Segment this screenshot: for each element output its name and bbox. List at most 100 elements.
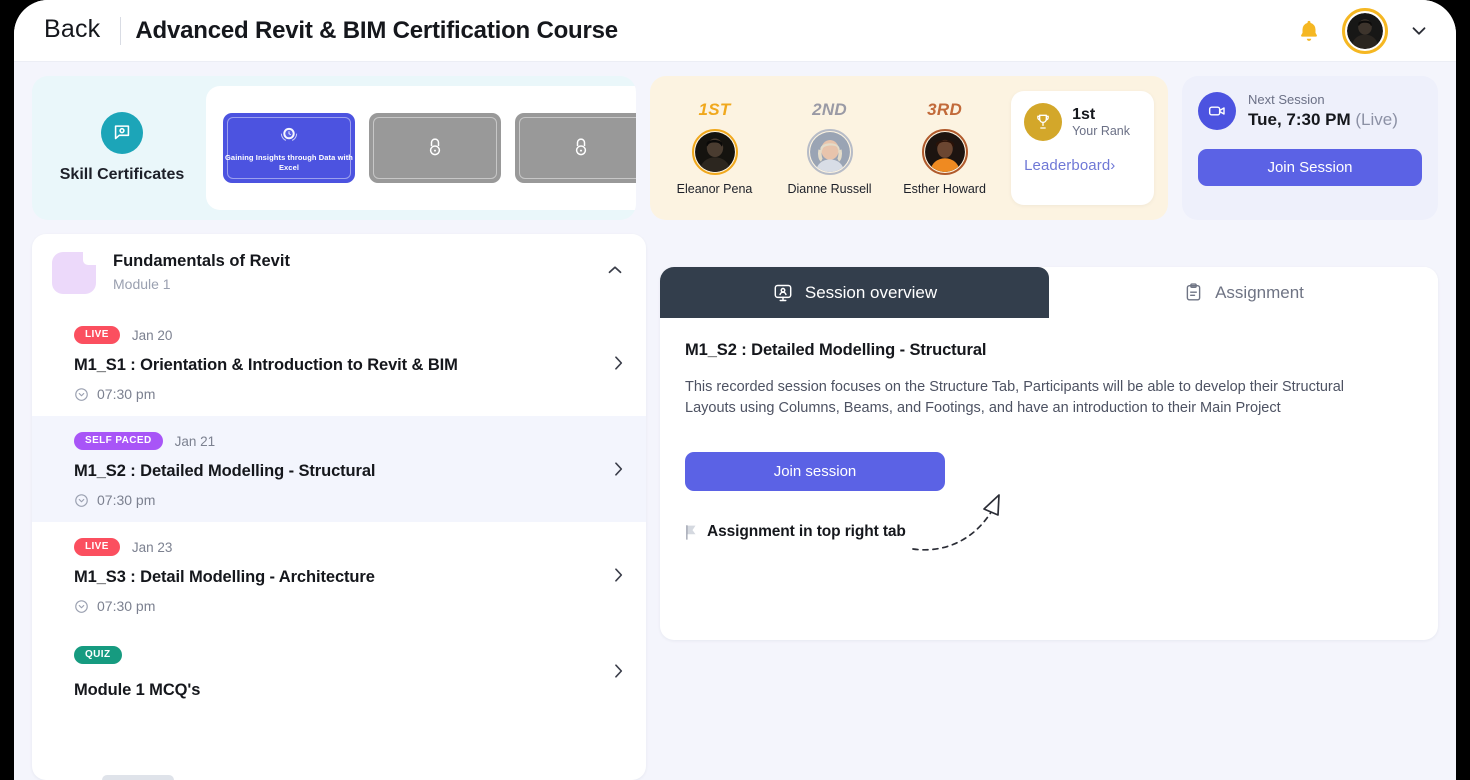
status-badge: LIVE — [74, 326, 120, 344]
podium-name: Esther Howard — [903, 182, 986, 196]
app-header: Back Advanced Revit & BIM Certification … — [14, 0, 1456, 62]
session-date: Jan 21 — [174, 433, 216, 449]
tile-inner-border — [373, 117, 497, 179]
detail-tabs: Session overview Assignment — [660, 267, 1438, 318]
module-title: Fundamentals of Revit — [113, 252, 290, 270]
certificate-tile-locked[interactable] — [369, 113, 501, 183]
leaderboard-link[interactable]: Leaderboard› — [1024, 157, 1141, 174]
tile-inner-border — [519, 117, 636, 179]
top-summary-strip: Skill Certificates Gaining Insights thro… — [32, 76, 1438, 220]
session-detail-card: Session overview Assignment M1_S2 : Deta… — [660, 267, 1438, 640]
session-time-text: 07:30 pm — [97, 386, 156, 402]
header-actions — [1296, 7, 1430, 54]
certificate-tile-locked[interactable] — [515, 113, 636, 183]
module-header[interactable]: Fundamentals of Revit Module 1 — [32, 234, 646, 310]
status-badge: SELF PACED — [74, 432, 163, 450]
clock-icon — [75, 599, 88, 613]
session-title: Module 1 MCQ's — [74, 681, 201, 699]
clock-icon — [75, 493, 88, 507]
module-thumbnail — [52, 252, 96, 294]
session-meta: QUIZ — [74, 646, 626, 664]
certificate-icon — [101, 112, 143, 154]
avatar — [691, 129, 738, 175]
podium-rank: 3RD — [927, 100, 963, 119]
chevron-right-icon[interactable] — [608, 565, 628, 585]
chevron-down-icon[interactable] — [1408, 20, 1430, 42]
avatar[interactable] — [1342, 7, 1388, 54]
module-subtitle: Module 1 — [113, 276, 171, 292]
chevron-right-icon[interactable] — [608, 661, 628, 681]
next-session-card: Next Session Tue, 7:30 PM (Live) Join Se… — [1182, 76, 1438, 220]
leaderboard-card: 1ST Eleanor Pena 2ND Dianne Russell 3RD … — [650, 76, 1168, 220]
avatar — [921, 129, 968, 175]
certificate-carousel[interactable]: Gaining Insights through Data with Excel — [206, 86, 636, 210]
module-header-text: Fundamentals of Revit Module 1 — [113, 252, 290, 292]
session-meta: LIVE Jan 23 — [74, 538, 626, 556]
page-title: Advanced Revit & BIM Certification Cours… — [135, 16, 618, 44]
session-row[interactable]: QUIZ Module 1 MCQ's — [32, 628, 646, 714]
pointer-flag-icon — [686, 524, 696, 540]
next-session-datetime: Tue, 7:30 PM — [1248, 110, 1351, 129]
status-badge-partial — [102, 775, 174, 780]
your-rank-text-group: 1st Your Rank — [1072, 106, 1130, 138]
next-session-mode: (Live) — [1355, 110, 1398, 129]
bell-icon[interactable] — [1296, 18, 1322, 44]
session-row[interactable]: SELF PACED Jan 21 M1_S2 : Detailed Model… — [32, 416, 646, 522]
session-time-text: 07:30 pm — [97, 492, 156, 508]
certificate-title: Gaining Insights through Data with Excel — [225, 152, 353, 172]
next-session-time: Tue, 7:30 PM (Live) — [1248, 110, 1398, 130]
next-session-label: Next Session — [1248, 92, 1325, 107]
session-time: 07:30 pm — [74, 598, 626, 614]
session-time: 07:30 pm — [74, 386, 626, 402]
session-title: M1_S2 : Detailed Modelling - Structural — [74, 462, 376, 480]
session-time-text: 07:30 pm — [97, 598, 156, 614]
your-rank-label: Your Rank — [1072, 124, 1131, 139]
session-time: 07:30 pm — [74, 492, 626, 508]
podium-name: Eleanor Pena — [676, 182, 753, 196]
detail-body: M1_S2 : Detailed Modelling - Structural … — [660, 318, 1438, 551]
detail-description: This recorded session focuses on the Str… — [685, 379, 1345, 417]
seal-icon — [280, 127, 298, 141]
session-row[interactable]: LIVE Jan 23 M1_S3 : Detail Modelling - A… — [32, 522, 646, 628]
status-badge: QUIZ — [74, 646, 122, 664]
page-body: Skill Certificates Gaining Insights thro… — [14, 62, 1456, 780]
trophy-icon — [1024, 103, 1063, 141]
back-button[interactable]: Back — [34, 13, 112, 48]
next-session-row: Next Session Tue, 7:30 PM (Live) — [1198, 92, 1422, 130]
podium-name: Dianne Russell — [787, 182, 872, 196]
user-avatar-image — [1347, 12, 1383, 49]
session-meta: SELF PACED Jan 21 — [74, 432, 626, 450]
leaderboard-podium-1[interactable]: 1ST Eleanor Pena — [658, 100, 771, 196]
chevron-right-icon[interactable] — [608, 353, 628, 373]
leaderboard-podium-2[interactable]: 2ND Dianne Russell — [773, 100, 886, 196]
curved-arrow-icon — [912, 494, 1000, 551]
session-row[interactable]: LIVE Jan 20 M1_S1 : Orientation & Introd… — [32, 310, 646, 416]
module-list-card: Fundamentals of Revit Module 1 LIVE Jan … — [32, 234, 646, 780]
avatar — [806, 129, 853, 175]
session-title: M1_S3 : Detail Modelling - Architecture — [74, 568, 375, 586]
leaderboard-podium-3[interactable]: 3RD Esther Howard — [888, 100, 1001, 196]
clipboard-icon — [1186, 283, 1201, 301]
join-session-top-button[interactable]: Join Session — [1198, 149, 1422, 186]
next-session-text-group: Next Session Tue, 7:30 PM (Live) — [1248, 92, 1398, 130]
skill-certificates-card: Skill Certificates Gaining Insights thro… — [32, 76, 636, 220]
chevron-right-icon[interactable] — [608, 459, 628, 479]
chevron-up-icon[interactable] — [604, 259, 626, 281]
your-rank-value: 1st — [1072, 105, 1096, 123]
session-date: Jan 23 — [131, 539, 173, 555]
tab-assignment[interactable]: Assignment — [1049, 267, 1438, 318]
tab-label: Assignment — [1215, 282, 1304, 302]
podium-rank: 2ND — [812, 100, 847, 119]
header-divider — [120, 16, 122, 45]
annotation-text: Assignment in top right tab — [707, 523, 906, 541]
tab-label: Session overview — [804, 282, 938, 302]
certificate-tile-unlocked[interactable]: Gaining Insights through Data with Excel — [223, 113, 355, 183]
join-session-button[interactable]: Join session — [685, 452, 945, 492]
podium-rank: 1ST — [698, 100, 731, 119]
app-window: Back Advanced Revit & BIM Certification … — [14, 0, 1456, 780]
clock-icon — [75, 387, 88, 401]
tab-session-overview[interactable]: Session overview — [660, 267, 1049, 318]
session-meta: LIVE Jan 20 — [74, 326, 626, 344]
presentation-person-icon — [774, 284, 792, 301]
detail-title: M1_S2 : Detailed Modelling - Structural — [685, 341, 987, 359]
